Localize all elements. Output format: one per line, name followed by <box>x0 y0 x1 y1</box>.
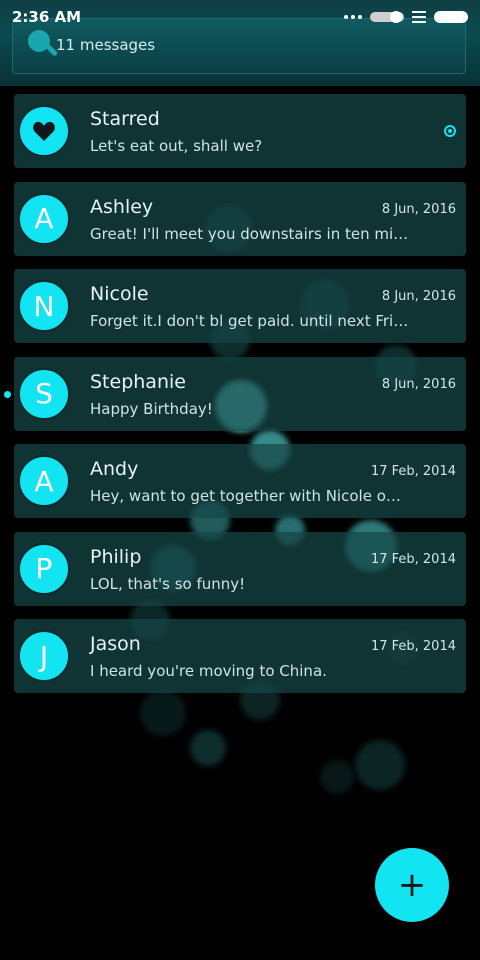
avatar: J <box>18 630 70 682</box>
conversation-stephanie[interactable]: S Stephanie 8 Jun, 2016 Happy Birthday! <box>4 356 466 431</box>
heart-icon <box>33 121 55 141</box>
contact-name: Starred <box>90 108 160 130</box>
plus-icon: + <box>397 865 427 905</box>
status-icons <box>344 11 468 23</box>
avatar <box>18 105 70 157</box>
message-date: 17 Feb, 2014 <box>370 464 456 479</box>
message-preview: I heard you're moving to China. <box>90 662 327 680</box>
toggle-icon <box>370 11 404 23</box>
status-time: 2:36 AM <box>12 8 82 26</box>
avatar: N <box>18 280 70 332</box>
avatar: S <box>18 367 70 420</box>
message-date: 8 Jun, 2016 <box>381 201 456 217</box>
message-date: 8 Jun, 2016 <box>381 289 456 304</box>
avatar: P <box>18 542 70 595</box>
contact-name: Ashley <box>90 195 154 218</box>
message-preview: Forget it.I don't bl get paid. until nex… <box>90 312 410 330</box>
message-preview: Hey, want to get together with Nicole on… <box>90 487 410 505</box>
conversation-andy[interactable]: A Andy 17 Feb, 2014 Hey, want to get tog… <box>14 444 466 518</box>
message-date: 17 Feb, 2014 <box>370 639 456 654</box>
notification-dots-icon <box>344 15 362 19</box>
battery-icon <box>434 11 468 23</box>
contact-name: Nicole <box>90 283 149 305</box>
conversation-jason[interactable]: J Jason 17 Feb, 2014 I heard you're movi… <box>14 619 466 693</box>
new-message-button[interactable]: + <box>375 848 449 922</box>
conversation-philip[interactable]: P Philip 17 Feb, 2014 LOL, that's so fun… <box>14 531 466 606</box>
avatar: A <box>18 192 70 245</box>
message-date: 8 Jun, 2016 <box>381 376 456 392</box>
contact-name: Jason <box>90 633 141 655</box>
contact-name: Andy <box>90 458 139 480</box>
message-count: 11 messages <box>56 36 156 54</box>
conversation-nicole[interactable]: N Nicole 8 Jun, 2016 Forget it.I don't b… <box>14 269 466 343</box>
wifi-icon <box>412 11 426 23</box>
contact-name: Philip <box>90 545 142 568</box>
unread-indicator <box>4 390 11 398</box>
message-preview: Great! I'll meet you downstairs in ten m… <box>90 224 410 243</box>
conversation-list: Starred Let's eat out, shall we? A Ashle… <box>4 94 466 707</box>
radio-icon[interactable] <box>444 125 456 137</box>
conversation-ashley[interactable]: A Ashley 8 Jun, 2016 Great! I'll meet yo… <box>14 181 466 256</box>
avatar: A <box>18 455 70 507</box>
message-date: 17 Feb, 2014 <box>370 551 456 567</box>
status-bar: 2:36 AM <box>0 0 480 34</box>
contact-name: Stephanie <box>90 370 186 393</box>
message-preview: LOL, that's so funny! <box>90 574 246 593</box>
message-preview: Happy Birthday! <box>90 399 213 418</box>
conversation-starred[interactable]: Starred Let's eat out, shall we? <box>14 94 466 168</box>
message-preview: Let's eat out, shall we? <box>90 137 263 155</box>
